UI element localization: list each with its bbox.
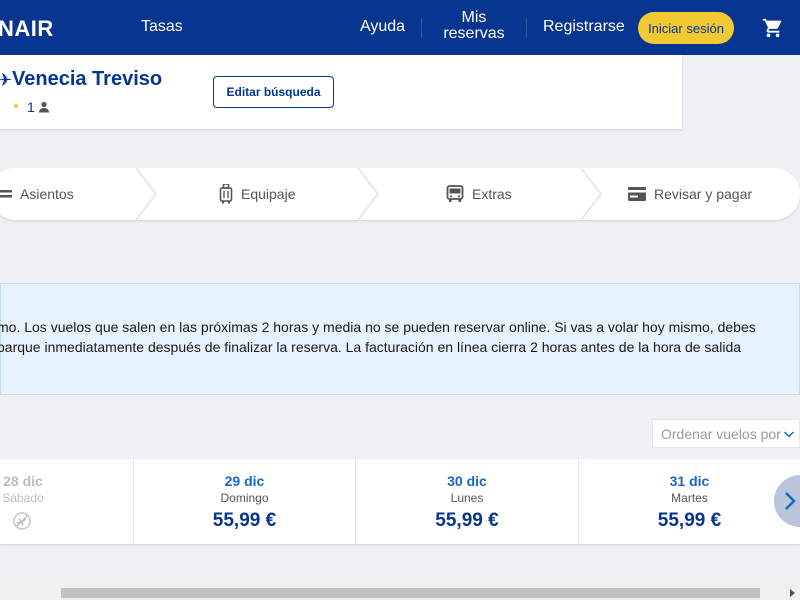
price-label: 55,99 € (435, 510, 499, 531)
info-notice: mo. Los vuelos que salen en las próximas… (0, 283, 800, 395)
scroll-right-arrow-icon[interactable] (790, 589, 795, 597)
no-flights-icon (13, 512, 31, 530)
logo[interactable]: NAIR (0, 16, 54, 42)
notice-text-line: mo. Los vuelos que salen en las próximas… (0, 319, 756, 335)
date-label: 28 dic (3, 473, 43, 489)
weekday-label: Sábado (2, 491, 44, 505)
weekday-label: Lunes (450, 491, 484, 505)
date-card[interactable]: 31 dic Martes 55,99 € (579, 459, 800, 544)
date-card[interactable]: 29 dic Domingo 55,99 € (134, 459, 355, 544)
step-label: Asientos (20, 186, 74, 202)
chevron-right-icon (785, 492, 796, 510)
luggage-icon (219, 184, 233, 204)
nav-ayuda[interactable]: Ayuda (360, 18, 405, 36)
nav-registrarse[interactable]: Registrarse (543, 18, 625, 36)
date-label: 29 dic (224, 473, 265, 489)
nav-tasas[interactable]: Tasas (141, 18, 183, 36)
edit-search-button[interactable]: Editar búsqueda (213, 76, 334, 108)
sort-flights-dropdown[interactable]: Ordenar vuelos por (652, 419, 800, 448)
nav-separator (526, 18, 527, 38)
chevron-down-icon (783, 430, 794, 438)
notice-text-line: barque inmediatamente después de finaliz… (0, 339, 742, 355)
booking-steps: Asientos Equipaje Extras Revisar y pagar (0, 168, 800, 220)
step-extras[interactable]: Extras (446, 168, 512, 220)
weekday-label: Domingo (220, 491, 269, 505)
price-label: 55,99 € (657, 510, 722, 531)
date-carousel: 28 dic Sábado 29 dic Domingo 55,99 € 30 … (0, 459, 800, 544)
credit-card-icon (628, 187, 646, 201)
route-destination: Venecia Treviso (12, 68, 163, 90)
search-summary-card: ✈ Venecia Treviso 1 Editar búsqueda (0, 55, 682, 129)
step-chevron (135, 168, 158, 220)
nav-mis-reservas[interactable]: Mis reservas (440, 10, 508, 42)
bus-icon (446, 185, 464, 202)
separator-dot (14, 104, 18, 108)
shopping-cart-icon[interactable] (762, 17, 784, 39)
step-chevron (580, 168, 603, 220)
price-label: 55,99 € (212, 510, 277, 531)
nav-separator (421, 18, 422, 38)
date-card: 28 dic Sábado (0, 459, 68, 544)
date-label: 30 dic (447, 473, 487, 489)
step-equipaje[interactable]: Equipaje (219, 168, 296, 220)
date-card[interactable]: 30 dic Lunes 55,99 € (356, 459, 578, 544)
seat-icon (0, 190, 12, 198)
weekday-label: Martes (671, 491, 708, 505)
login-button[interactable]: Iniciar sesión (638, 12, 734, 44)
step-label: Equipaje (241, 186, 296, 202)
passenger-count: 1 (27, 99, 35, 115)
step-label: Revisar y pagar (654, 186, 753, 202)
top-header: NAIR Tasas Ayuda Mis reservas Registrars… (0, 0, 800, 55)
step-revisar-pagar[interactable]: Revisar y pagar (628, 168, 752, 220)
person-icon (39, 101, 49, 113)
scrollbar-thumb[interactable] (61, 588, 760, 598)
step-chevron (357, 168, 380, 220)
step-asientos[interactable]: Asientos (0, 168, 74, 220)
plane-icon: ✈ (0, 70, 13, 90)
step-label: Extras (472, 186, 512, 202)
horizontal-scrollbar[interactable] (0, 586, 800, 600)
date-label: 31 dic (669, 473, 710, 489)
sort-label: Ordenar vuelos por (661, 425, 781, 442)
